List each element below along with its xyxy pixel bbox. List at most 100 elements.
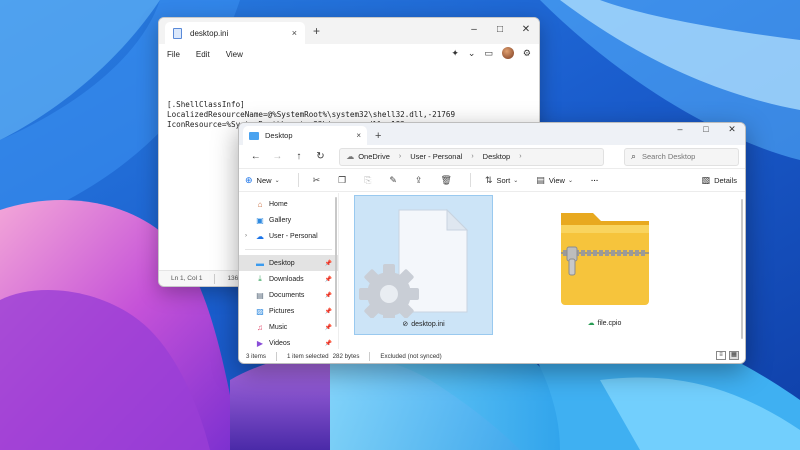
maximize-icon[interactable]: □ (693, 123, 719, 145)
breadcrumb-user-personal[interactable]: User - Personal (410, 152, 462, 161)
status-divider (275, 351, 277, 361)
view-label: View (548, 175, 565, 185)
settings-file-icon (359, 208, 469, 318)
forward-arrow-icon[interactable]: → (267, 151, 289, 162)
menu-view[interactable]: View (226, 50, 243, 59)
file-tile-file-cpio[interactable]: ☁ file.cpio (535, 195, 674, 335)
videos-icon: ▶ (256, 338, 264, 348)
sync-excluded-icon: ⊘ (402, 321, 409, 328)
text-line-2: LocalizedResourceName=@%SystemRoot%\syst… (167, 110, 456, 119)
zip-folder-icon (561, 213, 649, 305)
refresh-icon[interactable]: ↻ (310, 151, 332, 162)
explorer-body: ⌂ Home ▣ Gallery › ☁ User - Personal ▬ D… (239, 193, 745, 351)
details-button[interactable]: ▧ Details (702, 175, 737, 186)
close-tab-icon[interactable]: × (292, 28, 297, 38)
paste-icon: ⎘ (364, 174, 372, 185)
file-name-label: ⊘ desktop.ini (402, 321, 445, 328)
notepad-menubar-right: ✦ ⌄ ▭ ⚙ (442, 47, 531, 59)
sidebar-item-downloads[interactable]: ⤓ Downloads 📌 (239, 271, 338, 287)
sidebar-item-label: Videos (269, 339, 291, 347)
chevron-down-icon[interactable]: ⌄ (468, 48, 476, 59)
pictures-icon: ▨ (256, 306, 264, 316)
chevron-down-icon: ⌄ (513, 177, 519, 184)
maximize-icon[interactable]: □ (487, 18, 513, 44)
notepad-window-controls: – □ ✕ (461, 18, 539, 44)
sidebar-item-music[interactable]: ♫ Music 📌 (239, 319, 338, 335)
details-view-icon[interactable]: ≡ (716, 351, 726, 360)
search-box[interactable]: ⌕ (623, 147, 739, 166)
chevron-right-icon[interactable]: › (245, 233, 247, 239)
pin-icon[interactable]: 📌 (325, 260, 332, 267)
sidebar-item-label: Downloads (269, 275, 304, 283)
paste-button[interactable]: ⎘ (364, 175, 375, 186)
gear-icon[interactable]: ⚙ (523, 48, 531, 59)
delete-button[interactable]: 🗑 (441, 175, 456, 186)
cut-button[interactable]: ✂ (313, 175, 325, 186)
minimize-icon[interactable]: – (461, 18, 487, 44)
share-button[interactable]: ⇪ (415, 175, 427, 186)
downloads-icon: ⤓ (258, 274, 262, 283)
explorer-navbar: ← → ↑ ↻ ☁ OneDrive › User - Personal › D… (239, 145, 745, 168)
new-label: New (256, 175, 272, 185)
menu-file[interactable]: File (167, 50, 180, 59)
back-arrow-icon[interactable]: ← (245, 151, 267, 162)
sidebar-item-desktop[interactable]: ▬ Desktop 📌 (239, 255, 338, 271)
new-tab-button[interactable]: + (375, 130, 381, 142)
documents-icon: ▤ (256, 290, 264, 300)
content-scrollbar[interactable] (741, 199, 743, 339)
minimize-icon[interactable]: – (667, 123, 693, 145)
more-options-button[interactable]: ··· (591, 176, 599, 185)
sidebar-scrollbar[interactable] (335, 197, 337, 327)
pin-icon[interactable]: 📌 (325, 324, 332, 331)
notepad-titlebar[interactable]: desktop.ini × + – □ ✕ (159, 18, 539, 44)
file-tile-desktop-ini[interactable]: ⊘ desktop.ini (354, 195, 493, 335)
copy-icon: ❐ (338, 174, 347, 185)
cursor-position: Ln 1, Col 1 (171, 275, 203, 282)
avatar[interactable] (501, 47, 514, 59)
status-divider (214, 273, 216, 284)
view-toggle: ≡ ▦ (713, 351, 739, 360)
search-icon: ⌕ (630, 151, 636, 161)
up-arrow-icon[interactable]: ↑ (288, 151, 310, 162)
close-icon[interactable]: ✕ (719, 123, 745, 145)
notification-icon[interactable]: ▭ (484, 48, 493, 59)
breadcrumb-onedrive[interactable]: OneDrive (358, 152, 390, 161)
close-icon[interactable]: ✕ (513, 18, 539, 44)
sidebar-item-user-personal[interactable]: › ☁ User - Personal (239, 228, 338, 244)
sidebar-item-label: Pictures (269, 307, 295, 315)
sidebar-item-documents[interactable]: ▤ Documents 📌 (239, 287, 338, 303)
new-button[interactable]: ⊕ New ⌄ (245, 175, 284, 186)
details-label: Details (714, 176, 737, 185)
sidebar-divider (245, 249, 332, 250)
copy-button[interactable]: ❐ (338, 175, 350, 186)
explorer-titlebar[interactable]: Desktop × + – □ ✕ (239, 123, 745, 145)
copilot-icon[interactable]: ✦ (451, 48, 459, 59)
explorer-tab[interactable]: Desktop × (243, 126, 367, 145)
menu-edit[interactable]: Edit (196, 50, 210, 59)
sort-button[interactable]: ⇅ Sort ⌄ (485, 175, 522, 186)
pin-icon[interactable]: 📌 (325, 340, 332, 347)
chevron-right-icon[interactable]: › (399, 153, 401, 160)
tiles-view-icon[interactable]: ▦ (729, 351, 739, 360)
pin-icon[interactable]: 📌 (325, 276, 332, 283)
new-tab-button[interactable]: + (313, 24, 320, 38)
notepad-tab[interactable]: desktop.ini × (165, 22, 305, 44)
notepad-text-area[interactable]: [.ShellClassInfo] LocalizedResourceName=@… (159, 64, 539, 130)
view-button[interactable]: ▤ View ⌄ (536, 175, 577, 186)
breadcrumb-desktop[interactable]: Desktop (483, 152, 511, 161)
status-divider (369, 351, 371, 361)
pin-icon[interactable]: 📌 (325, 292, 332, 299)
address-bar[interactable]: ☁ OneDrive › User - Personal › Desktop › (339, 147, 604, 166)
pin-icon[interactable]: 📌 (325, 308, 332, 315)
chevron-right-icon[interactable]: › (471, 153, 473, 160)
sidebar-item-pictures[interactable]: ▨ Pictures 📌 (239, 303, 338, 319)
rename-button[interactable]: ✎ (389, 175, 401, 186)
sidebar-item-gallery[interactable]: ▣ Gallery (239, 212, 338, 228)
explorer-tab-title: Desktop (265, 131, 293, 140)
sidebar-item-label: Music (269, 323, 288, 331)
chevron-right-icon[interactable]: › (519, 153, 521, 160)
close-tab-icon[interactable]: × (356, 131, 361, 140)
sidebar-item-home[interactable]: ⌂ Home (239, 196, 338, 212)
search-input[interactable] (641, 152, 732, 161)
file-name-label: ☁ file.cpio (587, 320, 622, 327)
